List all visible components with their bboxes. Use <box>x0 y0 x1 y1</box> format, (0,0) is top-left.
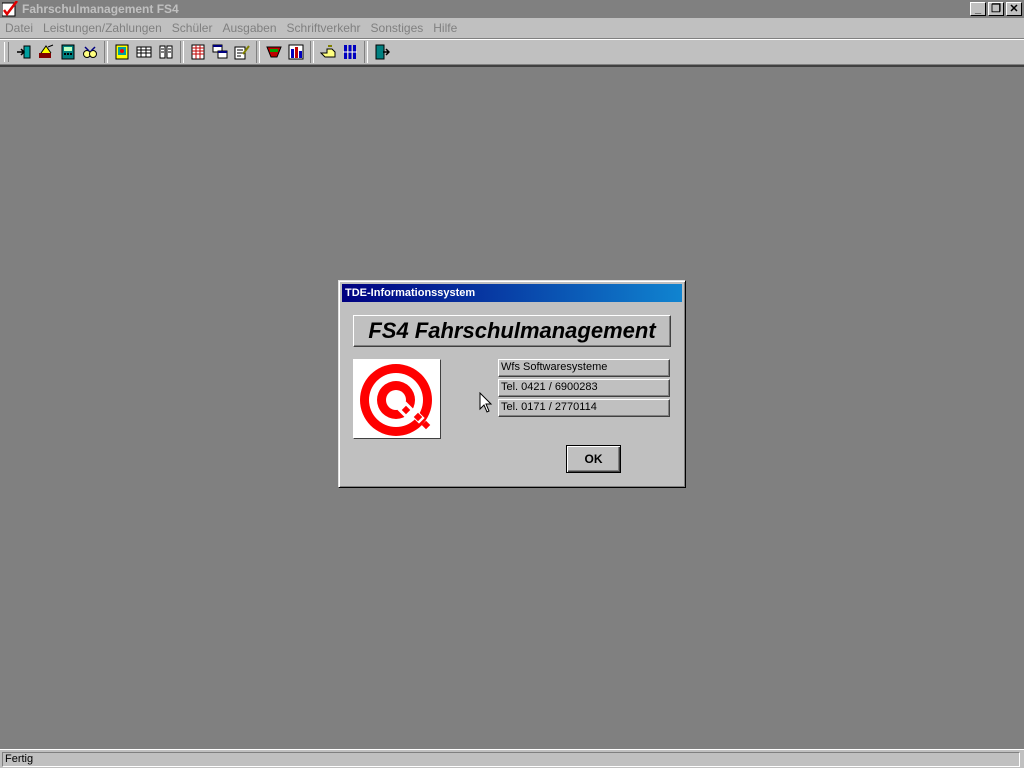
window-title: Fahrschulmanagement FS4 <box>22 2 179 16</box>
car-icon <box>266 46 282 58</box>
grid-icon <box>136 46 152 58</box>
menu-bar: Datei Leistungen/Zahlungen Schüler Ausga… <box>0 18 1024 39</box>
toolbar-separator <box>310 41 314 63</box>
grid-button[interactable] <box>133 41 155 63</box>
exit-icon <box>375 44 390 60</box>
minimize-button[interactable]: _ <box>970 2 986 16</box>
calculator-icon <box>61 44 75 60</box>
product-heading-text: FS4 Fahrschulmanagement <box>368 318 656 343</box>
sign-icon <box>39 44 54 58</box>
restore-icon: ❐ <box>991 2 1001 15</box>
book-button[interactable] <box>155 41 177 63</box>
ok-button-label: OK <box>584 452 603 466</box>
login-button[interactable] <box>13 41 35 63</box>
edit-icon <box>234 45 250 60</box>
glasses-icon <box>83 46 97 58</box>
menu-schueler[interactable]: Schüler <box>167 21 218 35</box>
menu-sonstiges[interactable]: Sonstiges <box>366 21 429 35</box>
sign-button[interactable] <box>35 41 57 63</box>
chart-button[interactable] <box>285 41 307 63</box>
table-button[interactable] <box>187 41 209 63</box>
close-icon: ✕ <box>1009 2 1019 15</box>
book-icon <box>159 45 173 59</box>
cascade-icon <box>212 44 228 59</box>
close-button[interactable]: ✕ <box>1006 2 1022 16</box>
columns-icon <box>343 45 357 59</box>
cascade-button[interactable] <box>209 41 231 63</box>
menu-hilfe[interactable]: Hilfe <box>428 21 462 35</box>
company-name-field: Wfs Softwaresysteme <box>498 359 670 377</box>
info-dialog: TDE-Informationssystem FS4 Fahrschulmana… <box>338 280 686 488</box>
calculator-button[interactable] <box>57 41 79 63</box>
menu-leistungen-zahlungen[interactable]: Leistungen/Zahlungen <box>38 21 167 35</box>
mouse-cursor-icon <box>479 392 493 413</box>
minimize-icon: _ <box>974 2 982 15</box>
toolbar <box>0 39 1024 65</box>
toolbar-separator <box>180 41 184 63</box>
ok-button[interactable]: OK <box>566 445 621 473</box>
dialog-titlebar[interactable]: TDE-Informationssystem <box>342 284 682 302</box>
toolbar-grip[interactable] <box>4 42 9 62</box>
certificate-icon <box>115 44 129 60</box>
window-titlebar[interactable]: Fahrschulmanagement FS4 _ ❐ ✕ <box>0 0 1024 18</box>
login-icon <box>17 45 31 59</box>
phone-field-2: Tel. 0171 / 2770114 <box>498 399 670 417</box>
status-text: Fertig <box>2 752 1020 767</box>
app-checkmark-icon <box>1 0 18 17</box>
menu-datei[interactable]: Datei <box>0 21 38 35</box>
certificate-button[interactable] <box>111 41 133 63</box>
edit-button[interactable] <box>231 41 253 63</box>
status-bar: Fertig <box>0 749 1024 768</box>
hand-icon <box>320 45 336 58</box>
phone-field-1: Tel. 0421 / 6900283 <box>498 379 670 397</box>
restore-button[interactable]: ❐ <box>988 2 1004 16</box>
menu-schriftverkehr[interactable]: Schriftverkehr <box>282 21 366 35</box>
target-logo-icon <box>360 364 432 436</box>
table-icon <box>191 44 205 60</box>
toolbar-separator <box>104 41 108 63</box>
menu-ausgaben[interactable]: Ausgaben <box>217 21 281 35</box>
chart-icon <box>288 44 304 60</box>
car-button[interactable] <box>263 41 285 63</box>
hand-button[interactable] <box>317 41 339 63</box>
company-logo <box>353 359 441 439</box>
glasses-button[interactable] <box>79 41 101 63</box>
exit-button[interactable] <box>371 41 393 63</box>
toolbar-separator <box>256 41 260 63</box>
toolbar-separator <box>364 41 368 63</box>
product-heading: FS4 Fahrschulmanagement <box>353 315 671 347</box>
columns-button[interactable] <box>339 41 361 63</box>
